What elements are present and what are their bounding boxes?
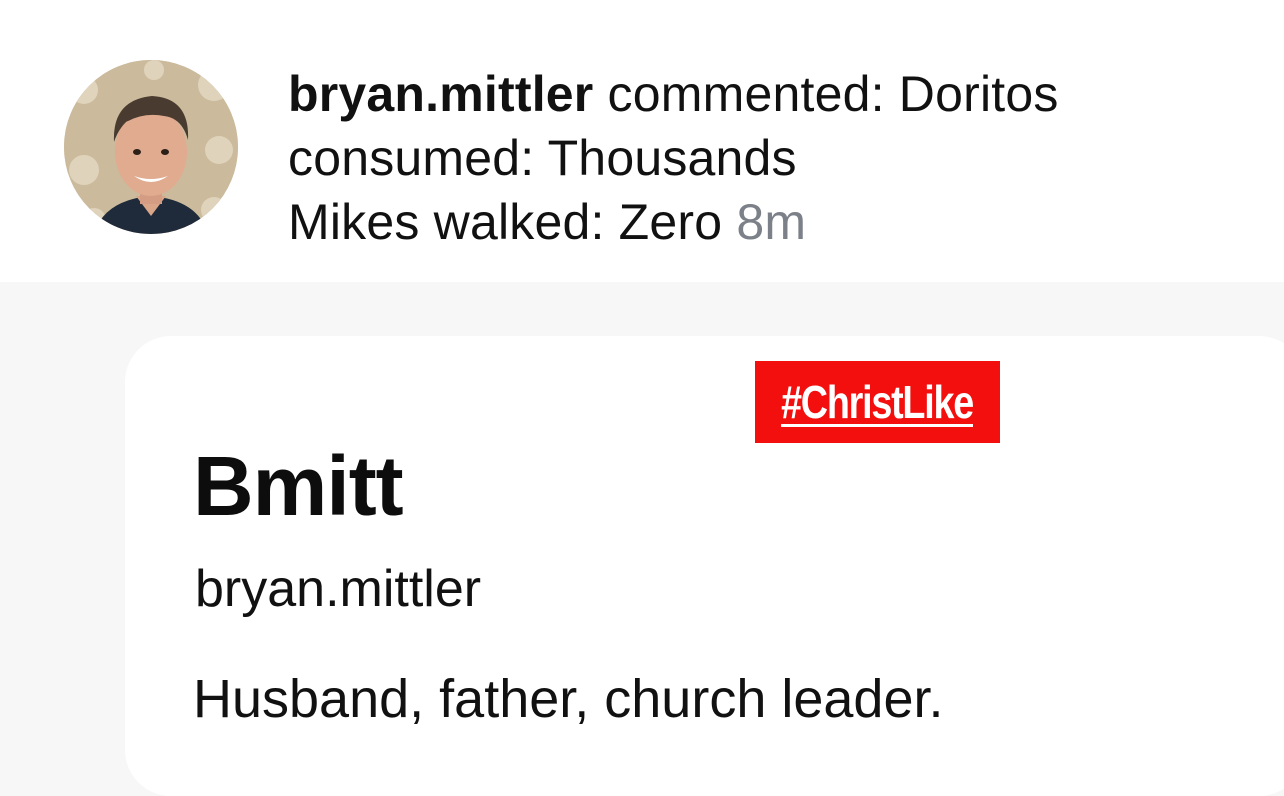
hashtag-text: #ChristLike: [781, 376, 975, 428]
notification-line-3: Mikes walked: Zero 8m: [288, 190, 1218, 254]
profile-display-name: Bmitt: [193, 439, 404, 533]
notification-text: bryan.mittler commented: Doritos consume…: [288, 62, 1218, 254]
user-avatar[interactable]: [64, 60, 238, 234]
profile-photo-icon: [64, 60, 238, 234]
notification-comment-end: Mikes walked: Zero: [288, 194, 737, 250]
notification-timestamp: 8m: [736, 194, 807, 250]
hashtag-badge: #ChristLike: [755, 361, 1000, 443]
profile-bio: Husband, father, church leader.: [193, 669, 944, 729]
comment-notification[interactable]: bryan.mittler commented: Doritos consume…: [0, 0, 1284, 282]
notification-line-1: bryan.mittler commented: Doritos: [288, 62, 1218, 126]
notification-comment-start: commented: Doritos: [593, 66, 1059, 122]
notification-line-2: consumed: Thousands: [288, 130, 797, 186]
profile-handle[interactable]: bryan.mittler: [195, 558, 481, 620]
notification-username[interactable]: bryan.mittler: [288, 66, 593, 122]
